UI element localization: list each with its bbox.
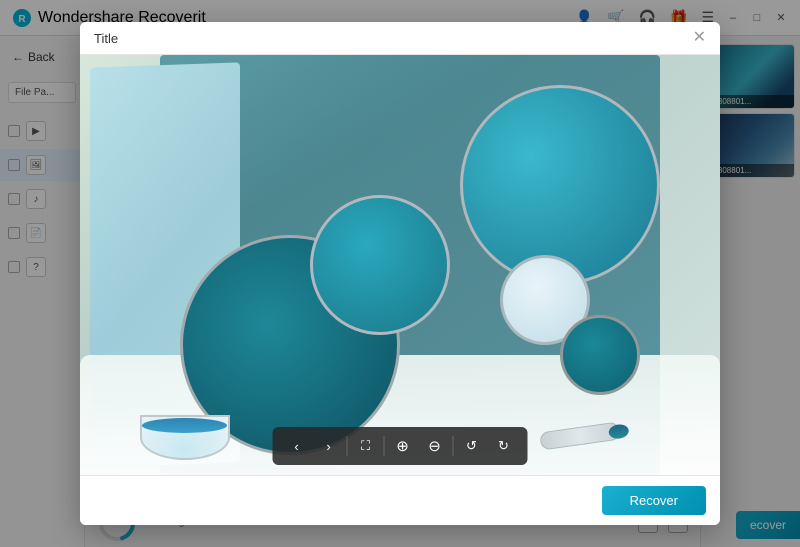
toolbar-divider-2	[384, 436, 385, 456]
rotate-right-icon: ↻	[498, 438, 509, 454]
modal-footer: Recover	[80, 475, 720, 525]
recover-label: Recover	[630, 493, 678, 508]
rotate-left-button[interactable]: ↺	[458, 432, 486, 460]
fullscreen-icon: ⛶	[361, 438, 370, 454]
zoom-in-button[interactable]: ⊕	[389, 432, 417, 460]
rotate-right-button[interactable]: ↻	[490, 432, 518, 460]
fullscreen-button[interactable]: ⛶	[352, 432, 380, 460]
modal-body: ‹ › ⛶ ⊕ ⊖	[80, 55, 720, 475]
zoom-out-icon: ⊖	[428, 437, 441, 455]
prev-icon: ‹	[294, 439, 298, 454]
paint-swatch-small-dark	[560, 315, 640, 395]
powder-bowl	[140, 410, 230, 460]
recover-button[interactable]: Recover	[602, 486, 706, 515]
zoom-out-button[interactable]: ⊖	[421, 432, 449, 460]
preview-modal: Title ✕	[80, 22, 720, 525]
modal-header: Title ✕	[80, 22, 720, 55]
next-icon: ›	[326, 439, 330, 454]
paint-swatch-large-right	[460, 85, 660, 285]
toolbar-divider-3	[453, 436, 454, 456]
modal-title: Title	[94, 31, 118, 46]
toolbar-divider-1	[347, 436, 348, 456]
preview-toolbar: ‹ › ⛶ ⊕ ⊖	[273, 427, 528, 465]
paint-swatch-medium	[310, 195, 450, 335]
modal-overlay[interactable]: Title ✕	[0, 0, 800, 547]
preview-image	[80, 55, 720, 475]
next-button[interactable]: ›	[315, 432, 343, 460]
zoom-in-icon: ⊕	[396, 437, 409, 455]
modal-close-button[interactable]: ✕	[693, 30, 706, 46]
rotate-left-icon: ↺	[466, 438, 477, 454]
prev-button[interactable]: ‹	[283, 432, 311, 460]
app-window: R Wondershare Recoverit 👤 🛒 🎧 🎁 ☰ – □ ✕ …	[0, 0, 800, 547]
